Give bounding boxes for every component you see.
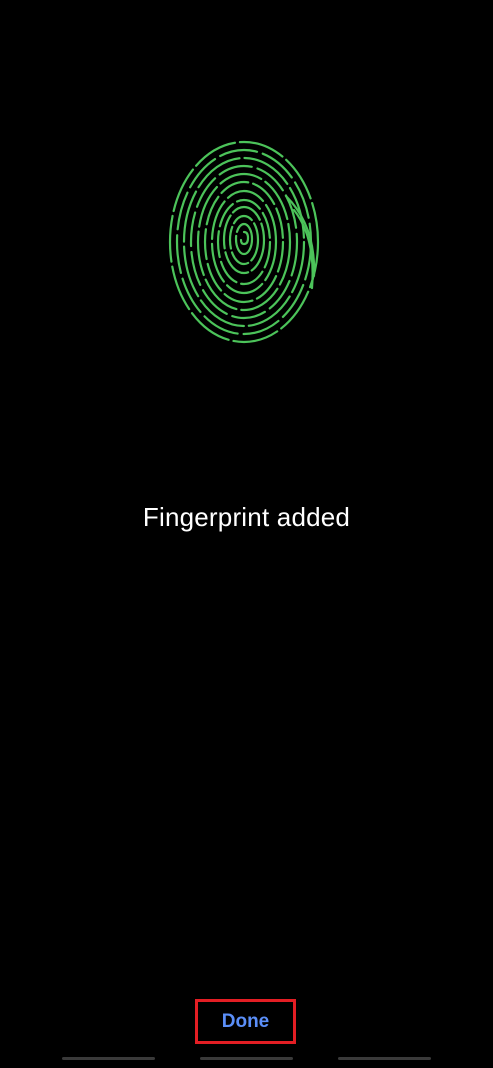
nav-handle-home[interactable]	[200, 1057, 293, 1060]
nav-handle-right	[338, 1057, 431, 1060]
fingerprint-enroll-screen: Fingerprint added Done	[0, 0, 493, 1068]
done-button[interactable]: Done	[195, 999, 296, 1044]
status-title: Fingerprint added	[142, 502, 351, 532]
fingerprint-icon	[166, 136, 326, 346]
nav-handle-left	[62, 1057, 155, 1060]
